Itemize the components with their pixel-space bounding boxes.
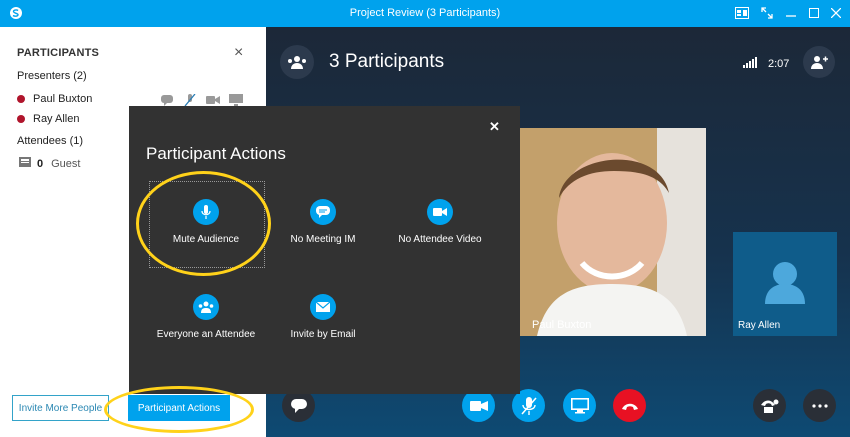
guest-row[interactable]: 0 Guest — [19, 156, 80, 171]
hang-up-icon — [621, 403, 638, 410]
participant-controls — [160, 93, 243, 107]
people-icon — [193, 294, 219, 320]
guest-label: Guest — [51, 157, 81, 170]
attendees-group-label: Attendees (1) — [17, 135, 84, 147]
no-attendee-video-button[interactable]: No Attendee Video — [380, 199, 500, 245]
video-camera-icon — [469, 400, 488, 411]
action-label: No Meeting IM — [290, 234, 356, 245]
mic-muted-icon[interactable] — [183, 93, 197, 107]
guest-count: 0 — [37, 157, 44, 170]
participant-name: Paul Buxton — [33, 93, 93, 105]
presence-busy-icon — [17, 95, 25, 103]
call-timer: 2:07 — [768, 58, 790, 70]
action-label: No Attendee Video — [398, 234, 482, 245]
video-camera-icon — [427, 199, 453, 225]
participant-actions-dialog: Participant Actions ✕ Mute Audience No M… — [129, 106, 520, 394]
participant-paul-buxton[interactable]: Paul Buxton — [17, 93, 92, 105]
action-label: Everyone an Attendee — [156, 329, 256, 340]
action-label: Mute Audience — [172, 234, 240, 245]
full-screen-icon[interactable] — [757, 4, 777, 22]
participants-icon[interactable] — [280, 45, 314, 79]
close-panel-icon[interactable]: × — [234, 44, 243, 62]
call-quality-icon — [743, 57, 757, 68]
microphone-icon — [193, 199, 219, 225]
conversation-title: 3 Participants — [329, 51, 445, 72]
invite-by-email-button[interactable]: Invite by Email — [263, 294, 383, 340]
video-tile-name: Paul Buxton — [532, 319, 592, 331]
im-icon[interactable] — [160, 93, 174, 106]
participant-ray-allen[interactable]: Ray Allen — [17, 113, 79, 125]
close-window-icon[interactable] — [826, 4, 846, 22]
everyone-an-attendee-button[interactable]: Everyone an Attendee — [146, 294, 266, 340]
no-meeting-im-button[interactable]: No Meeting IM — [263, 199, 383, 245]
window-title: Project Review (3 Participants) — [349, 7, 501, 19]
minimize-icon[interactable] — [781, 4, 801, 22]
video-icon[interactable] — [206, 93, 220, 105]
presenters-group-label: Presenters (2) — [17, 70, 87, 82]
call-controls-button[interactable] — [753, 389, 786, 422]
screen-share-icon[interactable] — [229, 93, 243, 106]
dialog-title: Participant Actions — [146, 144, 286, 163]
presence-busy-icon — [17, 115, 25, 123]
phone-book-icon — [19, 156, 31, 171]
ellipsis-icon — [811, 403, 828, 408]
title-bar: Project Review (3 Participants) — [0, 0, 850, 27]
video-tile-ray[interactable]: Ray Allen — [733, 232, 837, 336]
email-icon — [310, 294, 336, 320]
video-tile-name: Ray Allen — [738, 320, 781, 331]
more-options-button[interactable] — [803, 389, 836, 422]
maximize-icon[interactable] — [804, 4, 824, 22]
chat-icon — [290, 398, 307, 413]
invite-more-people-button[interactable]: Invite More People — [12, 395, 109, 421]
close-dialog-icon[interactable]: ✕ — [489, 119, 500, 135]
chat-bubble-icon — [310, 199, 336, 225]
add-participant-icon[interactable] — [803, 46, 835, 78]
present-button[interactable] — [563, 389, 596, 422]
phone-settings-icon — [760, 399, 778, 413]
participant-photo — [517, 128, 706, 336]
monitor-icon — [570, 397, 589, 413]
mute-audience-button[interactable]: Mute Audience — [146, 199, 266, 245]
participant-name: Ray Allen — [33, 113, 80, 125]
layout-icon[interactable] — [732, 4, 752, 22]
hang-up-button[interactable] — [613, 389, 646, 422]
participants-heading: PARTICIPANTS — [17, 47, 100, 59]
participant-actions-button[interactable]: Participant Actions — [128, 395, 230, 421]
action-label: Invite by Email — [290, 329, 356, 340]
mic-muted-icon — [520, 396, 537, 415]
video-tile-paul[interactable]: Paul Buxton — [517, 128, 706, 336]
